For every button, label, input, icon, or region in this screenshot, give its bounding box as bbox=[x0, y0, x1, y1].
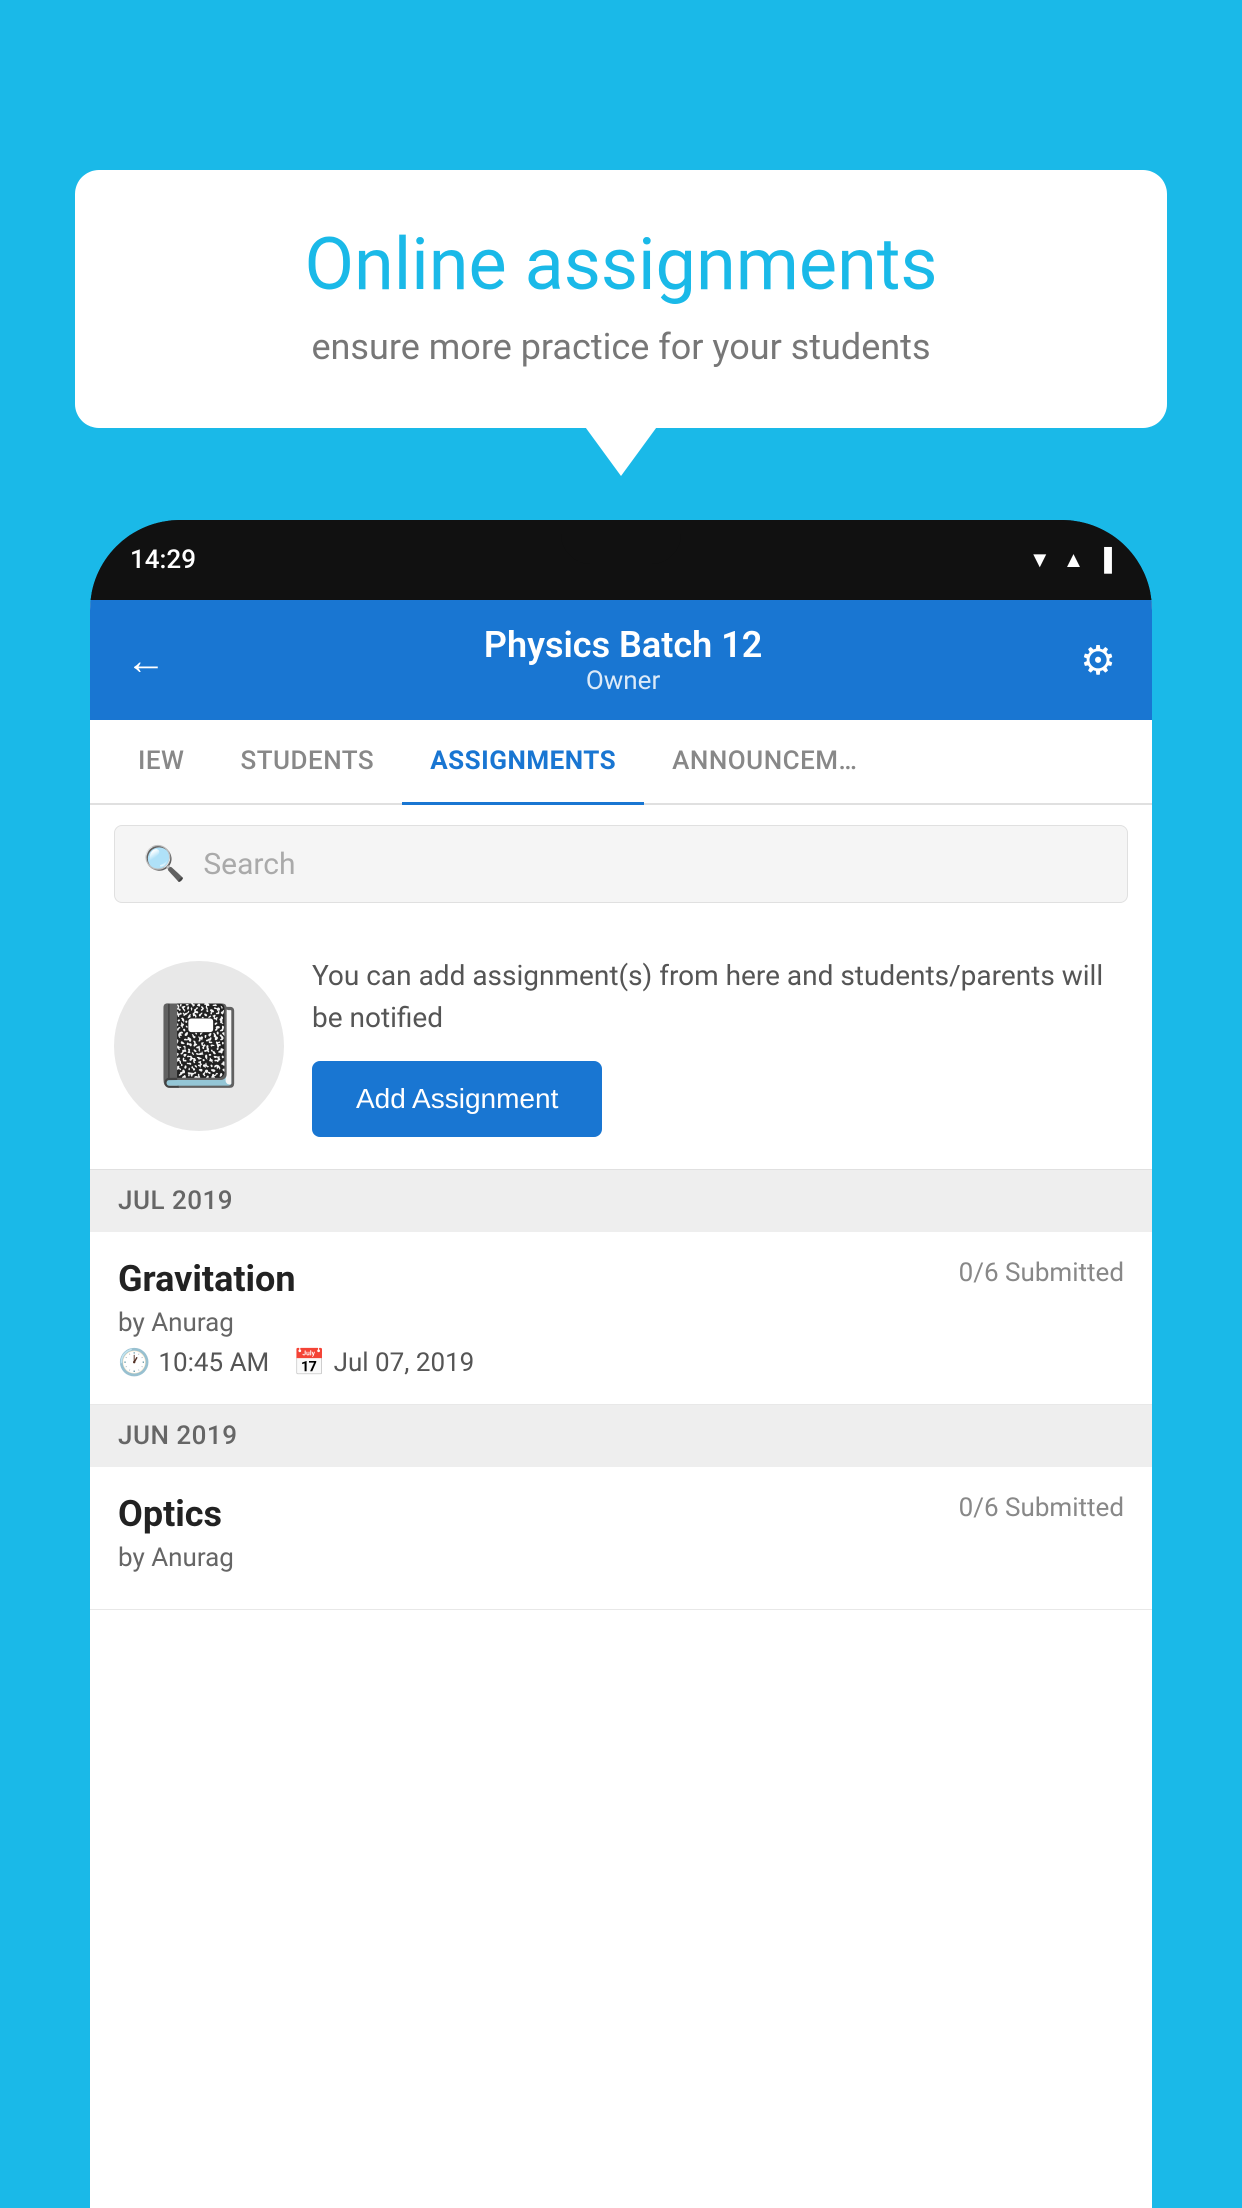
header-title: Physics Batch 12 bbox=[484, 624, 762, 666]
assignment-time-gravitation: 10:45 AM bbox=[158, 1348, 269, 1378]
assignment-by-gravitation: by Anurag bbox=[118, 1308, 1124, 1338]
tab-assignments[interactable]: ASSIGNMENTS bbox=[402, 720, 644, 805]
date-item: 📅 Jul 07, 2019 bbox=[293, 1348, 474, 1378]
assignment-item-top: Gravitation 0/6 Submitted bbox=[118, 1258, 1124, 1300]
status-bar: 14:29 ▼ ▲ ▐ bbox=[90, 520, 1152, 600]
search-icon: 🔍 bbox=[143, 844, 185, 884]
time-item: 🕐 10:45 AM bbox=[118, 1348, 269, 1378]
app-header: ← Physics Batch 12 Owner ⚙ bbox=[90, 600, 1152, 720]
header-center: Physics Batch 12 Owner bbox=[484, 624, 762, 696]
calendar-icon: 📅 bbox=[293, 1348, 325, 1378]
app-screen: ← Physics Batch 12 Owner ⚙ IEW STUDENTS … bbox=[90, 600, 1152, 2208]
battery-icon: ▐ bbox=[1096, 547, 1112, 573]
assignment-item-optics-top: Optics 0/6 Submitted bbox=[118, 1493, 1124, 1535]
section-label-jul: JUL 2019 bbox=[118, 1186, 233, 1216]
tab-iew[interactable]: IEW bbox=[110, 720, 212, 805]
bubble-title: Online assignments bbox=[135, 225, 1107, 304]
add-assignment-button[interactable]: Add Assignment bbox=[312, 1061, 602, 1137]
assignment-name-gravitation: Gravitation bbox=[118, 1258, 296, 1300]
assignment-date-gravitation: Jul 07, 2019 bbox=[334, 1348, 475, 1378]
section-label-jun: JUN 2019 bbox=[118, 1421, 237, 1451]
section-header-jun: JUN 2019 bbox=[90, 1405, 1152, 1467]
notch bbox=[561, 520, 681, 564]
add-assignment-content: You can add assignment(s) from here and … bbox=[312, 955, 1128, 1137]
status-time: 14:29 bbox=[130, 545, 196, 575]
bubble-subtitle: ensure more practice for your students bbox=[135, 326, 1107, 368]
clock-icon: 🕐 bbox=[118, 1348, 150, 1378]
assignment-item-optics[interactable]: Optics 0/6 Submitted by Anurag bbox=[90, 1467, 1152, 1610]
header-subtitle: Owner bbox=[484, 666, 762, 696]
status-icons: ▼ ▲ ▐ bbox=[1029, 547, 1112, 573]
assignment-submitted-optics: 0/6 Submitted bbox=[959, 1493, 1124, 1523]
back-button[interactable]: ← bbox=[126, 637, 166, 684]
tab-announcements[interactable]: ANNOUNCEM… bbox=[644, 720, 885, 805]
section-header-jul: JUL 2019 bbox=[90, 1170, 1152, 1232]
search-bar[interactable]: 🔍 Search bbox=[114, 825, 1128, 903]
tabs-bar: IEW STUDENTS ASSIGNMENTS ANNOUNCEM… bbox=[90, 720, 1152, 805]
wifi-icon: ▼ bbox=[1029, 547, 1051, 573]
assignment-item-gravitation[interactable]: Gravitation 0/6 Submitted by Anurag 🕐 10… bbox=[90, 1232, 1152, 1405]
search-placeholder: Search bbox=[203, 847, 295, 882]
assignment-name-optics: Optics bbox=[118, 1493, 222, 1535]
signal-icon: ▲ bbox=[1063, 547, 1085, 573]
assignment-submitted-gravitation: 0/6 Submitted bbox=[959, 1258, 1124, 1288]
assignment-notebook-icon: 📓 bbox=[149, 999, 249, 1093]
settings-gear-icon[interactable]: ⚙ bbox=[1080, 637, 1116, 684]
search-container: 🔍 Search bbox=[90, 805, 1152, 923]
phone-frame: 14:29 ▼ ▲ ▐ ← Physics Batch 12 Owner ⚙ I… bbox=[90, 520, 1152, 2208]
assignment-by-optics: by Anurag bbox=[118, 1543, 1124, 1573]
assignment-time-date-gravitation: 🕐 10:45 AM 📅 Jul 07, 2019 bbox=[118, 1348, 1124, 1378]
tab-students[interactable]: STUDENTS bbox=[212, 720, 402, 805]
speech-bubble: Online assignments ensure more practice … bbox=[75, 170, 1167, 428]
assignment-icon-circle: 📓 bbox=[114, 961, 284, 1131]
add-assignment-section: 📓 You can add assignment(s) from here an… bbox=[90, 923, 1152, 1170]
add-assignment-description: You can add assignment(s) from here and … bbox=[312, 955, 1128, 1039]
